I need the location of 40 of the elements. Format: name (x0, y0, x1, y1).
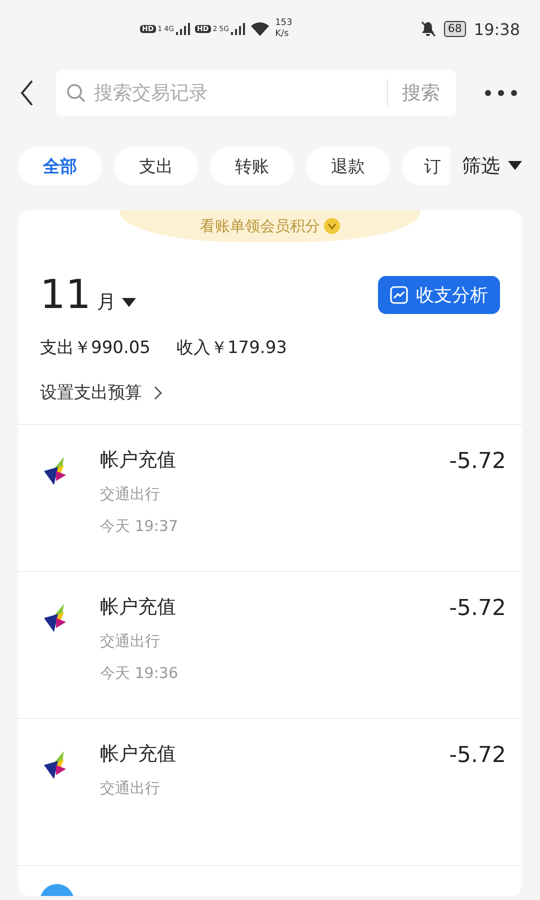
transaction-amount: -5.72 (449, 596, 506, 621)
transaction-category: 交通出行 (100, 485, 161, 503)
budget-link[interactable]: 设置支出预算 (18, 359, 522, 424)
transaction-item[interactable]: 帐户充值 交通出行 今天 19:37 -5.72 (18, 425, 522, 572)
signal-icon (231, 23, 246, 35)
muted-bell-icon (420, 21, 436, 37)
transaction-time: 今天 19:36 (100, 664, 179, 682)
signal-icon (176, 23, 190, 35)
expense-total: 支出￥990.05 (40, 337, 150, 359)
chevron-right-icon (154, 386, 162, 400)
dropdown-icon (122, 298, 136, 308)
back-icon[interactable] (20, 80, 34, 106)
more-icon[interactable] (484, 89, 518, 97)
wifi-icon (250, 21, 270, 37)
transaction-title: 帐户充值 (100, 743, 177, 765)
filter-tab[interactable]: 退款 (306, 147, 390, 185)
transaction-title: 帐户充值 (100, 449, 177, 471)
filter-tab[interactable]: 全部 (18, 147, 102, 185)
dropdown-icon (508, 161, 522, 171)
speed-unit: K/s (275, 29, 290, 40)
network-speed: 153 (275, 18, 292, 29)
status-time: 19:38 (474, 20, 520, 38)
transaction-item[interactable]: 帐户充值 交通出行 今天 19:36 -5.72 (18, 572, 522, 719)
transaction-time: 今天 19:37 (100, 517, 179, 535)
battery-icon: 68 (444, 21, 466, 37)
transaction-title: 帐户充值 (100, 596, 177, 618)
month-selector[interactable]: 11 月 (40, 272, 136, 318)
filter-tab[interactable]: 支出 (114, 147, 198, 185)
filter-tab[interactable]: 转账 (210, 147, 294, 185)
transaction-amount: -5.72 (449, 743, 506, 768)
income-total: 收入￥179.93 (176, 337, 287, 359)
search-icon (66, 83, 86, 103)
transaction-item[interactable]: 帐户充值 交通出行 -5.72 (18, 719, 522, 866)
transaction-category: 交通出行 (100, 632, 161, 650)
chart-icon (390, 286, 408, 304)
transaction-amount: -5.72 (449, 449, 506, 474)
analysis-button[interactable]: 收支分析 (378, 276, 500, 314)
badge-icon (324, 218, 340, 234)
filter-tab[interactable]: 订 (402, 147, 450, 185)
transaction-category: 交通出行 (100, 779, 161, 797)
